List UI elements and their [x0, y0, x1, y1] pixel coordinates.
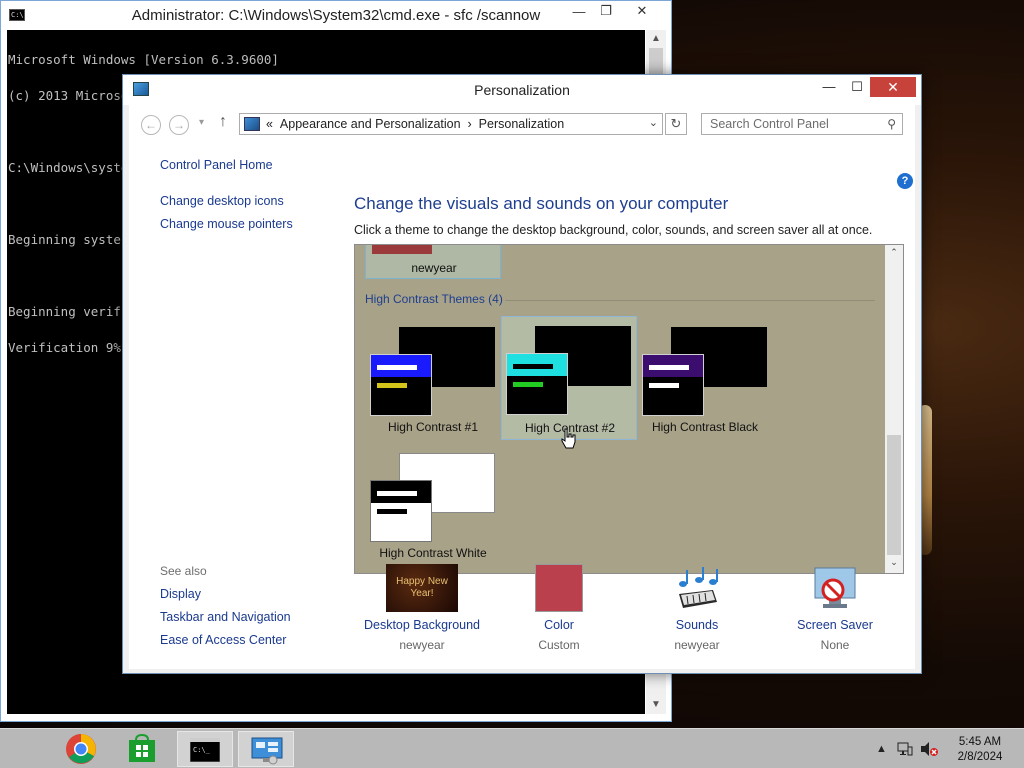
window-title: Personalization — [474, 82, 570, 98]
personalization-content: ← → ▾ ↑ « Appearance and Personalization… — [129, 105, 915, 669]
color-swatch[interactable] — [535, 564, 583, 612]
search-icon[interactable]: ⚲ — [887, 117, 896, 131]
page-title: Change the visuals and sounds on your co… — [354, 194, 729, 213]
cmd-minimize-button[interactable]: — — [565, 1, 593, 21]
desktop-background-value: newyear — [399, 638, 445, 652]
cmd-titlebar[interactable]: C:\ Administrator: C:\Windows\System32\c… — [1, 1, 671, 29]
taskbar-store[interactable] — [115, 731, 171, 767]
chevron-down-icon[interactable]: ⌄ — [649, 116, 658, 129]
screen-saver-setting[interactable]: Screen Saver None — [770, 564, 900, 656]
help-icon[interactable]: ? — [897, 173, 913, 189]
control-panel-icon — [244, 117, 260, 131]
desktop-background-thumbnail[interactable]: Happy New Year! — [386, 564, 458, 612]
taskbar-cmd[interactable]: C:\_ — [177, 731, 233, 767]
recent-pages-chevron-icon[interactable]: ▾ — [199, 117, 204, 128]
breadcrumb-overflow[interactable]: « — [266, 117, 273, 131]
change-desktop-icons-link[interactable]: Change desktop icons — [160, 194, 284, 208]
desktop-background-link[interactable]: Desktop Background — [357, 618, 487, 632]
clock-date: 2/8/2024 — [957, 751, 1003, 763]
theme-list-scroll-thumb[interactable] — [887, 435, 901, 555]
taskbar-navigation-link[interactable]: Taskbar and Navigation — [160, 610, 291, 624]
thumbnail-caption: Happy New Year! — [396, 576, 448, 599]
control-panel-home-link[interactable]: Control Panel Home — [160, 158, 273, 172]
personalization-window[interactable]: Personalization — ☐ ✕ ← → ▾ ↑ « Appearan… — [122, 74, 922, 674]
desktop-background-setting[interactable]: Happy New Year! Desktop Background newye… — [357, 564, 487, 656]
theme-item-high-contrast-2[interactable]: High Contrast #2 — [501, 316, 637, 440]
theme-item-high-contrast-black[interactable]: High Contrast Black — [637, 317, 773, 441]
theme-item-high-contrast-1[interactable]: High Contrast #1 — [365, 317, 501, 441]
cmd-close-button[interactable]: ✕ — [628, 1, 656, 21]
sounds-icon[interactable] — [673, 564, 721, 612]
theme-name: newyear — [411, 261, 457, 275]
breadcrumb-separator: › — [467, 117, 472, 131]
network-icon[interactable] — [897, 741, 913, 757]
volume-muted-icon[interactable] — [920, 741, 938, 757]
theme-list[interactable]: newyear High Contrast Themes (4) High Co… — [354, 244, 904, 574]
show-hidden-icons-icon[interactable]: ▲ — [876, 743, 887, 755]
scroll-up-icon[interactable]: ▲ — [646, 30, 666, 48]
page-description: Click a theme to change the desktop back… — [354, 223, 873, 237]
display-link[interactable]: Display — [160, 587, 201, 601]
navigation-bar: ← → ▾ ↑ « Appearance and Personalization… — [129, 105, 915, 143]
screen-saver-icon[interactable] — [811, 564, 859, 612]
scroll-up-icon[interactable]: ⌃ — [885, 247, 903, 258]
change-mouse-pointers-link[interactable]: Change mouse pointers — [160, 217, 293, 231]
refresh-icon[interactable]: ↻ — [665, 113, 687, 135]
taskbar-control-panel[interactable] — [238, 731, 294, 767]
maximize-button[interactable]: ☐ — [843, 77, 871, 99]
address-bar[interactable]: « Appearance and Personalization › Perso… — [239, 113, 663, 135]
breadcrumb-appearance[interactable]: Appearance and Personalization — [280, 117, 461, 131]
chrome-icon — [66, 734, 96, 764]
breadcrumb-personalization[interactable]: Personalization — [479, 117, 564, 131]
theme-thumbnail-window — [370, 354, 432, 416]
search-placeholder: Search Control Panel — [710, 117, 829, 131]
close-button[interactable]: ✕ — [870, 77, 916, 97]
back-arrow-icon[interactable]: ← — [141, 115, 161, 135]
cmd-icon: C:\_ — [190, 738, 220, 762]
hand-cursor-icon — [561, 428, 576, 449]
group-divider — [505, 300, 875, 301]
screen-saver-value: None — [820, 638, 850, 652]
color-value: Custom — [538, 638, 580, 652]
sounds-value: newyear — [674, 638, 720, 652]
theme-item-high-contrast-white[interactable]: High Contrast White — [365, 443, 501, 567]
forward-arrow-icon[interactable]: → — [169, 115, 189, 135]
clock-time: 5:45 AM — [958, 736, 1002, 748]
svg-text:C:\_: C:\_ — [193, 746, 211, 754]
screen-saver-link[interactable]: Screen Saver — [770, 618, 900, 632]
control-panel-icon — [251, 737, 283, 765]
color-setting[interactable]: Color Custom — [494, 564, 624, 656]
theme-item-newyear[interactable]: newyear — [365, 245, 501, 279]
see-also-label: See also — [160, 564, 207, 578]
personalization-titlebar[interactable]: Personalization — ☐ ✕ — [123, 75, 921, 105]
taskbar-chrome[interactable] — [54, 731, 110, 767]
taskbar: C:\_ ▲ 5:45 AM 2/8/2024 — [0, 728, 1024, 768]
theme-list-scrollbar[interactable]: ⌃ ⌄ — [885, 245, 903, 573]
theme-thumbnail-window — [506, 353, 568, 415]
minimize-button[interactable]: — — [815, 77, 843, 99]
theme-group-title: High Contrast Themes (4) — [365, 292, 503, 306]
theme-thumbnail-window — [642, 354, 704, 416]
sounds-setting[interactable]: Sounds newyear — [632, 564, 762, 656]
theme-thumbnail — [372, 245, 432, 254]
theme-name: High Contrast White — [379, 546, 487, 560]
sounds-link[interactable]: Sounds — [632, 618, 762, 632]
ease-of-access-link[interactable]: Ease of Access Center — [160, 633, 286, 647]
breadcrumb: « Appearance and Personalization › Perso… — [266, 117, 564, 131]
theme-name: High Contrast Black — [651, 420, 759, 434]
cmd-maximize-button[interactable]: ❐ — [592, 1, 620, 21]
scroll-down-icon[interactable]: ▼ — [646, 696, 666, 714]
color-link[interactable]: Color — [494, 618, 624, 632]
theme-name: High Contrast #1 — [387, 420, 479, 434]
store-icon — [129, 734, 155, 762]
up-arrow-icon[interactable]: ↑ — [219, 113, 227, 131]
search-input[interactable]: Search Control Panel ⚲ — [701, 113, 903, 135]
console-line: Microsoft Windows [Version 6.3.9600] — [8, 52, 279, 67]
system-clock[interactable]: 5:45 AM 2/8/2024 — [942, 735, 1018, 765]
theme-thumbnail-window — [370, 480, 432, 542]
